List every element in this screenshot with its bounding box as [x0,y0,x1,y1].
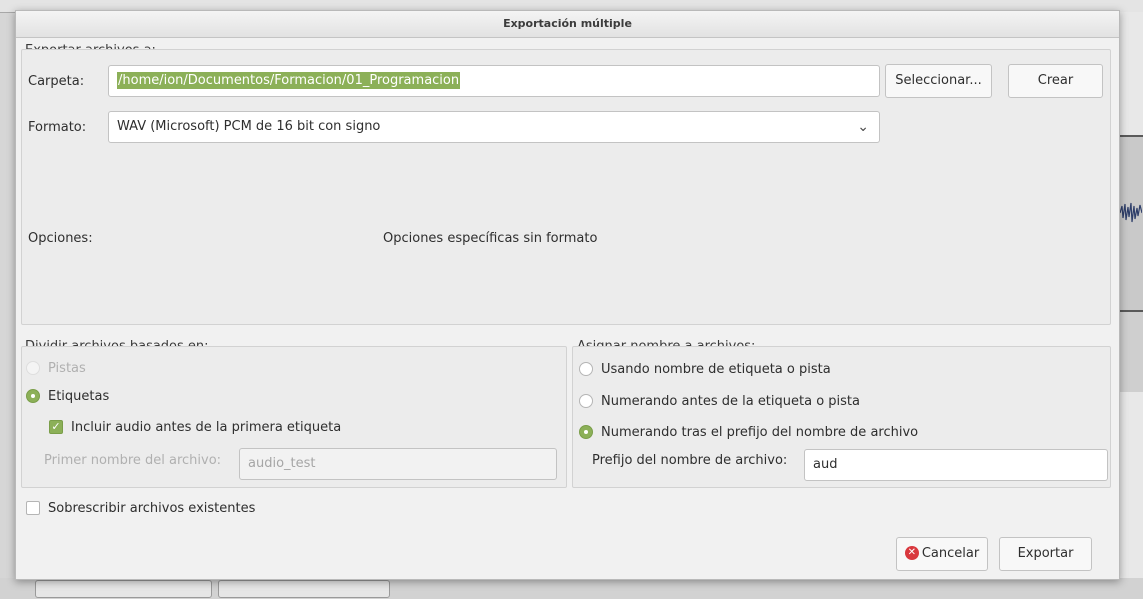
folder-path-text: /home/ion/Documentos/Formacion/01_Progra… [117,72,461,89]
cancel-button[interactable]: ✕ Cancelar [896,537,988,571]
export-button[interactable]: Exportar [999,537,1092,571]
first-name-label: Primer nombre del archivo: [44,453,222,468]
options-label: Opciones: [28,231,93,246]
radio-indicator [579,361,593,376]
naming-option2-label: Numerando antes de la etiqueta o pista [601,394,860,409]
format-select[interactable]: WAV (Microsoft) PCM de 16 bit con signo … [108,111,880,143]
select-folder-button[interactable]: Seleccionar... [885,64,992,98]
prefix-label: Prefijo del nombre de archivo: [592,453,788,468]
create-folder-button[interactable]: Crear [1008,64,1103,98]
naming-option-numbering-after-prefix[interactable]: Numerando tras el prefijo del nombre de … [579,423,918,443]
format-value: WAV (Microsoft) PCM de 16 bit con signo [117,119,381,134]
include-audio-checkbox[interactable]: ✓ Incluir audio antes de la primera etiqu… [49,418,341,438]
radio-indicator [579,393,593,408]
tracks-radio-label: Pistas [48,361,86,376]
naming-option1-label: Usando nombre de etiqueta o pista [601,362,831,377]
radio-selected-indicator [26,388,40,403]
prefix-value: aud [813,457,838,472]
folder-label: Carpeta: [28,74,85,89]
background-waveform [1120,202,1142,223]
naming-option-numbering-before[interactable]: Numerando antes de la etiqueta o pista [579,392,860,412]
checkbox-indicator [26,500,40,515]
prefix-input[interactable]: aud [804,449,1108,481]
dialog-title: Exportación múltiple [16,11,1119,38]
naming-option3-label: Numerando tras el prefijo del nombre de … [601,425,919,440]
overwrite-checkbox[interactable]: Sobrescribir archivos existentes [26,499,255,519]
include-audio-label: Incluir audio antes de la primera etique… [71,420,342,435]
radio-indicator [26,360,40,375]
first-name-input[interactable]: audio_test [239,448,557,480]
background-toolbar [0,578,1143,599]
check-icon: ✓ [49,419,63,434]
cancel-button-label: Cancelar [921,546,980,561]
labels-radio[interactable]: Etiquetas [26,387,109,407]
naming-option-label-or-track[interactable]: Usando nombre de etiqueta o pista [579,360,831,380]
options-text: Opciones específicas sin formato [383,231,598,246]
cancel-icon: ✕ [904,545,919,560]
format-label: Formato: [28,120,87,135]
first-name-value: audio_test [248,456,316,471]
chevron-down-icon: ⌄ [857,119,869,135]
background-label-track [1118,310,1143,392]
folder-input[interactable]: /home/ion/Documentos/Formacion/01_Progra… [108,65,880,97]
export-multiple-dialog: Exportación múltiple Exportar archivos a… [15,10,1120,580]
background-pill [35,580,212,598]
radio-selected-indicator [579,424,593,439]
background-pill [218,580,390,598]
overwrite-label: Sobrescribir archivos existentes [48,501,256,516]
tracks-radio[interactable]: Pistas [26,359,86,379]
labels-radio-label: Etiquetas [48,389,110,404]
